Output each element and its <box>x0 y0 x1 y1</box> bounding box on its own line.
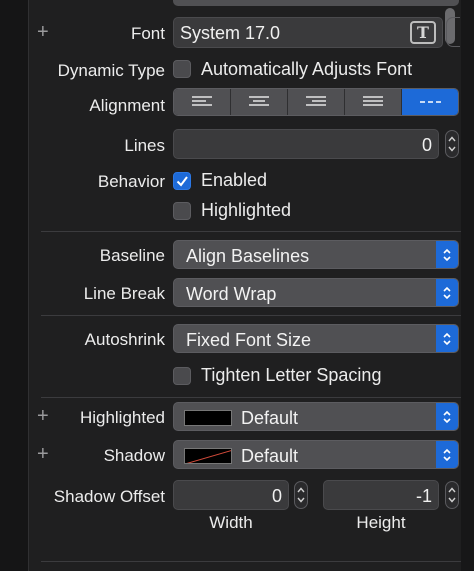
clipped-control-top[interactable] <box>173 0 459 6</box>
font-label: Font <box>130 24 165 43</box>
align-left-icon <box>192 96 212 106</box>
font-picker-icon[interactable]: T <box>410 21 436 44</box>
highlighted-checkbox[interactable] <box>173 202 191 220</box>
autoshrink-popup[interactable]: Fixed Font Size <box>173 324 459 353</box>
line-break-value: Word Wrap <box>186 284 277 304</box>
enabled-checkbox-label: Enabled <box>201 170 268 190</box>
baseline-popup[interactable]: Align Baselines <box>173 240 459 269</box>
chevron-up-icon <box>448 487 456 493</box>
line-break-popup[interactable]: Word Wrap <box>173 278 459 307</box>
font-field[interactable]: System 17.0 T <box>173 17 443 48</box>
shadow-label: Shadow <box>103 446 165 465</box>
align-center-icon <box>249 96 269 106</box>
highlighted-checkbox-label: Highlighted <box>201 200 292 220</box>
lines-stepper[interactable] <box>445 130 459 158</box>
tighten-letter-spacing-label: Tighten Letter Spacing <box>201 365 382 385</box>
shadow-offset-height-stepper[interactable] <box>445 481 459 509</box>
alignment-segmented-control[interactable] <box>173 88 459 116</box>
checkmark-icon <box>176 176 188 187</box>
chevron-up-icon <box>297 487 305 493</box>
section-divider <box>41 315 461 316</box>
chevron-down-icon <box>448 497 456 503</box>
lines-field[interactable]: 0 <box>173 129 439 159</box>
align-justified-button[interactable] <box>345 89 402 115</box>
alignment-label: Alignment <box>89 96 165 115</box>
popup-chevron-icon <box>436 241 458 268</box>
clear-color-swatch <box>184 448 232 464</box>
section-divider <box>41 561 461 562</box>
line-break-label: Line Break <box>83 284 165 303</box>
highlighted-add-variation-icon[interactable]: + <box>37 406 49 426</box>
shadow-offset-width-value: 0 <box>271 486 282 506</box>
section-divider <box>41 397 461 398</box>
popup-chevron-icon <box>436 279 458 306</box>
height-caption: Height <box>356 513 406 532</box>
shadow-offset-label: Shadow Offset <box>53 487 165 506</box>
tighten-letter-spacing-checkbox[interactable] <box>173 367 191 385</box>
align-right-button[interactable] <box>288 89 345 115</box>
font-value: System 17.0 <box>180 23 281 43</box>
dynamic-type-checkbox-label: Automatically Adjusts Font <box>201 59 413 79</box>
lines-value: 0 <box>421 135 432 155</box>
shadow-offset-height-field[interactable]: -1 <box>323 480 439 510</box>
font-size-stepper-clipped[interactable] <box>446 17 460 47</box>
popup-chevron-icon <box>436 441 458 468</box>
align-natural-button[interactable] <box>402 89 458 115</box>
highlighted-color-popup[interactable]: Default <box>173 402 459 431</box>
chevron-down-icon <box>297 497 305 503</box>
shadow-add-variation-icon[interactable]: + <box>37 444 49 464</box>
align-justified-icon <box>363 96 383 106</box>
color-swatch <box>184 410 232 426</box>
baseline-value: Align Baselines <box>186 246 310 266</box>
align-natural-icon <box>420 101 441 103</box>
align-center-button[interactable] <box>231 89 288 115</box>
behavior-label: Behavior <box>97 172 165 191</box>
align-left-button[interactable] <box>174 89 231 115</box>
autoshrink-value: Fixed Font Size <box>186 330 312 350</box>
baseline-label: Baseline <box>99 246 165 265</box>
dynamic-type-label: Dynamic Type <box>57 61 165 80</box>
lines-label: Lines <box>124 136 165 155</box>
chevron-down-icon <box>448 146 456 152</box>
highlighted-color-value: Default <box>241 408 299 428</box>
enabled-checkbox[interactable] <box>173 172 191 190</box>
scrollbar-track[interactable] <box>461 0 474 571</box>
popup-chevron-icon <box>436 325 458 352</box>
popup-chevron-icon <box>436 403 458 430</box>
dynamic-type-checkbox[interactable] <box>173 60 191 78</box>
font-add-variation-icon[interactable]: + <box>37 22 49 42</box>
left-gutter <box>0 0 29 571</box>
highlighted-color-label: Highlighted <box>79 408 165 427</box>
shadow-offset-height-value: -1 <box>415 486 432 506</box>
align-right-icon <box>306 96 326 106</box>
shadow-color-value: Default <box>241 446 299 466</box>
width-caption: Width <box>209 513 253 532</box>
shadow-offset-width-stepper[interactable] <box>294 481 308 509</box>
section-divider <box>41 231 461 232</box>
chevron-up-icon <box>448 136 456 142</box>
shadow-offset-width-field[interactable]: 0 <box>173 480 289 510</box>
shadow-color-popup[interactable]: Default <box>173 440 459 469</box>
autoshrink-label: Autoshrink <box>84 330 165 349</box>
